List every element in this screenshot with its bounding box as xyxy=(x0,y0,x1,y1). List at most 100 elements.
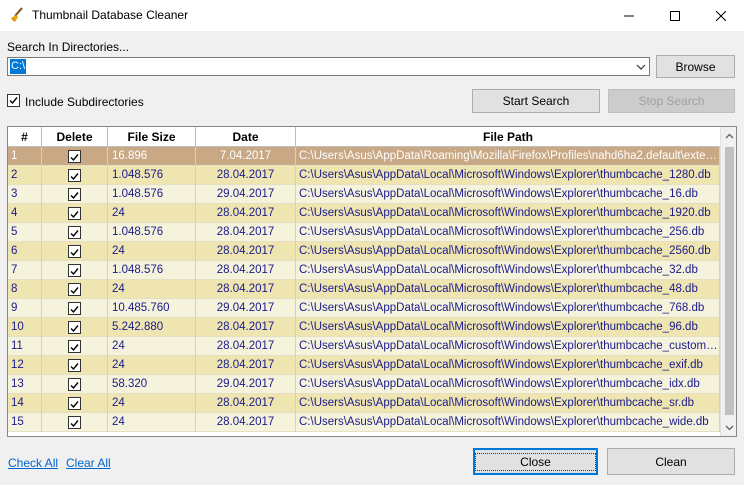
row-date[interactable]: 29.04.2017 xyxy=(196,299,296,318)
column-header-file-path[interactable]: File Path xyxy=(296,127,720,147)
row-file-path[interactable]: C:\Users\Asus\AppData\Local\Microsoft\Wi… xyxy=(296,318,720,337)
row-file-path[interactable]: C:\Users\Asus\AppData\Local\Microsoft\Wi… xyxy=(296,280,720,299)
table-row[interactable]: 11 24 28.04.2017 C:\Users\Asus\AppData\Loca… xyxy=(8,337,720,356)
row-number[interactable]: 2 xyxy=(8,166,42,185)
table-row[interactable]: 2 1.048.576 28.04.2017 C:\Users\Asus\AppDat… xyxy=(8,166,720,185)
row-date[interactable]: 29.04.2017 xyxy=(196,185,296,204)
row-file-path[interactable]: C:\Users\Asus\AppData\Local\Microsoft\Wi… xyxy=(296,394,720,413)
row-file-size[interactable]: 16.896 xyxy=(108,147,196,166)
delete-checkbox[interactable] xyxy=(68,169,81,182)
include-subdirectories-checkbox[interactable] xyxy=(7,94,20,107)
directory-value[interactable]: C:\ xyxy=(10,59,27,74)
row-number[interactable]: 5 xyxy=(8,223,42,242)
row-number[interactable]: 9 xyxy=(8,299,42,318)
directory-combobox[interactable]: C:\ xyxy=(7,57,650,76)
row-date[interactable]: 28.04.2017 xyxy=(196,204,296,223)
row-number[interactable]: 4 xyxy=(8,204,42,223)
row-file-path[interactable]: C:\Users\Asus\AppData\Roaming\Mozilla\Fi… xyxy=(296,147,720,166)
table-row[interactable]: 10 5.242.880 28.04.2017 C:\Users\Asus\AppDa… xyxy=(8,318,720,337)
row-number[interactable]: 3 xyxy=(8,185,42,204)
row-file-size[interactable]: 1.048.576 xyxy=(108,223,196,242)
browse-button[interactable]: Browse xyxy=(656,55,735,78)
delete-checkbox[interactable] xyxy=(68,302,81,315)
delete-checkbox[interactable] xyxy=(68,283,81,296)
row-file-size[interactable]: 1.048.576 xyxy=(108,261,196,280)
column-header-file-size[interactable]: File Size xyxy=(108,127,196,147)
table-row[interactable]: 1 16.896 7.04.2017 C:\Users\Asus\AppData\Ro… xyxy=(8,147,720,166)
row-file-path[interactable]: C:\Users\Asus\AppData\Local\Microsoft\Wi… xyxy=(296,204,720,223)
maximize-button[interactable] xyxy=(652,0,698,31)
delete-checkbox[interactable] xyxy=(68,245,81,258)
table-row[interactable]: 13 58.320 29.04.2017 C:\Users\Asus\AppData\… xyxy=(8,375,720,394)
results-grid[interactable]: # Delete File Size Date File Path 1 16.89… xyxy=(7,126,737,437)
row-date[interactable]: 7.04.2017 xyxy=(196,147,296,166)
row-file-size[interactable]: 24 xyxy=(108,280,196,299)
row-file-size[interactable]: 24 xyxy=(108,242,196,261)
table-row[interactable]: 4 24 28.04.2017 C:\Users\Asus\AppData\Local… xyxy=(8,204,720,223)
row-file-size[interactable]: 10.485.760 xyxy=(108,299,196,318)
close-button[interactable]: Close xyxy=(473,448,598,475)
scroll-down-button[interactable] xyxy=(721,419,736,436)
delete-checkbox[interactable] xyxy=(68,416,81,429)
row-file-path[interactable]: C:\Users\Asus\AppData\Local\Microsoft\Wi… xyxy=(296,185,720,204)
row-number[interactable]: 1 xyxy=(8,147,42,166)
row-number[interactable]: 6 xyxy=(8,242,42,261)
row-date[interactable]: 28.04.2017 xyxy=(196,242,296,261)
start-search-button[interactable]: Start Search xyxy=(472,89,600,113)
table-row[interactable]: 3 1.048.576 29.04.2017 C:\Users\Asus\AppDat… xyxy=(8,185,720,204)
row-file-path[interactable]: C:\Users\Asus\AppData\Local\Microsoft\Wi… xyxy=(296,413,720,432)
row-number[interactable]: 10 xyxy=(8,318,42,337)
delete-checkbox[interactable] xyxy=(68,226,81,239)
delete-checkbox[interactable] xyxy=(68,340,81,353)
chevron-down-icon[interactable] xyxy=(635,60,647,73)
row-file-path[interactable]: C:\Users\Asus\AppData\Local\Microsoft\Wi… xyxy=(296,299,720,318)
row-number[interactable]: 14 xyxy=(8,394,42,413)
row-file-path[interactable]: C:\Users\Asus\AppData\Local\Microsoft\Wi… xyxy=(296,242,720,261)
delete-checkbox[interactable] xyxy=(68,378,81,391)
row-file-size[interactable]: 24 xyxy=(108,394,196,413)
column-header-date[interactable]: Date xyxy=(196,127,296,147)
row-file-path[interactable]: C:\Users\Asus\AppData\Local\Microsoft\Wi… xyxy=(296,375,720,394)
row-date[interactable]: 28.04.2017 xyxy=(196,318,296,337)
delete-checkbox[interactable] xyxy=(68,188,81,201)
vertical-scrollbar[interactable] xyxy=(720,127,736,436)
table-row[interactable]: 7 1.048.576 28.04.2017 C:\Users\Asus\AppDat… xyxy=(8,261,720,280)
row-number[interactable]: 11 xyxy=(8,337,42,356)
row-date[interactable]: 28.04.2017 xyxy=(196,223,296,242)
clear-all-link[interactable]: Clear All xyxy=(66,456,111,470)
stop-search-button[interactable]: Stop Search xyxy=(608,89,735,113)
delete-checkbox[interactable] xyxy=(68,264,81,277)
row-date[interactable]: 28.04.2017 xyxy=(196,356,296,375)
row-date[interactable]: 28.04.2017 xyxy=(196,394,296,413)
row-file-size[interactable]: 5.242.880 xyxy=(108,318,196,337)
table-row[interactable]: 6 24 28.04.2017 C:\Users\Asus\AppData\Local… xyxy=(8,242,720,261)
table-row[interactable]: 12 24 28.04.2017 C:\Users\Asus\AppData\Loca… xyxy=(8,356,720,375)
delete-checkbox[interactable] xyxy=(68,397,81,410)
table-row[interactable]: 8 24 28.04.2017 C:\Users\Asus\AppData\Local… xyxy=(8,280,720,299)
row-date[interactable]: 28.04.2017 xyxy=(196,413,296,432)
close-window-button[interactable] xyxy=(698,0,744,31)
row-number[interactable]: 15 xyxy=(8,413,42,432)
row-number[interactable]: 8 xyxy=(8,280,42,299)
row-file-size[interactable]: 1.048.576 xyxy=(108,166,196,185)
delete-checkbox[interactable] xyxy=(68,359,81,372)
row-date[interactable]: 29.04.2017 xyxy=(196,375,296,394)
row-date[interactable]: 28.04.2017 xyxy=(196,337,296,356)
row-number[interactable]: 12 xyxy=(8,356,42,375)
row-file-size[interactable]: 24 xyxy=(108,413,196,432)
delete-checkbox[interactable] xyxy=(68,207,81,220)
row-file-size[interactable]: 1.048.576 xyxy=(108,185,196,204)
row-file-path[interactable]: C:\Users\Asus\AppData\Local\Microsoft\Wi… xyxy=(296,261,720,280)
row-file-path[interactable]: C:\Users\Asus\AppData\Local\Microsoft\Wi… xyxy=(296,356,720,375)
clean-button[interactable]: Clean xyxy=(607,448,735,475)
row-file-path[interactable]: C:\Users\Asus\AppData\Local\Microsoft\Wi… xyxy=(296,337,720,356)
row-file-path[interactable]: C:\Users\Asus\AppData\Local\Microsoft\Wi… xyxy=(296,223,720,242)
row-file-path[interactable]: C:\Users\Asus\AppData\Local\Microsoft\Wi… xyxy=(296,166,720,185)
row-number[interactable]: 7 xyxy=(8,261,42,280)
delete-checkbox[interactable] xyxy=(68,321,81,334)
column-header-delete[interactable]: Delete xyxy=(42,127,108,147)
minimize-button[interactable] xyxy=(606,0,652,31)
delete-checkbox[interactable] xyxy=(68,150,81,163)
scroll-up-button[interactable] xyxy=(721,127,736,144)
row-date[interactable]: 28.04.2017 xyxy=(196,166,296,185)
